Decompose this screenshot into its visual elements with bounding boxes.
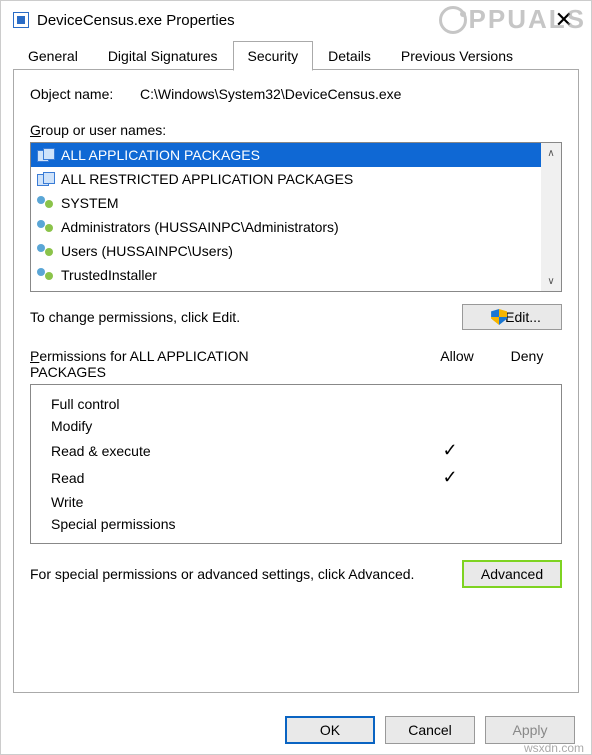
footer-watermark: wsxdn.com [524, 741, 584, 755]
package-icon [37, 148, 55, 162]
edit-button[interactable]: Edit... [462, 304, 562, 330]
edit-button-label: Edit... [505, 309, 541, 325]
list-item[interactable]: TrustedInstaller [31, 263, 541, 287]
uac-shield-icon [483, 309, 499, 325]
principals-items: ALL APPLICATION PACKAGES ALL RESTRICTED A… [31, 143, 541, 291]
permissions-title: Permissions for ALL APPLICATIONPACKAGES [30, 348, 422, 380]
close-icon[interactable]: ✕ [549, 7, 579, 33]
list-item-label: ALL RESTRICTED APPLICATION PACKAGES [61, 171, 353, 187]
ok-button[interactable]: OK [285, 716, 375, 744]
list-item[interactable]: ALL RESTRICTED APPLICATION PACKAGES [31, 167, 541, 191]
advanced-hint: For special permissions or advanced sett… [30, 566, 452, 582]
permission-name: Read & execute [51, 443, 415, 459]
app-icon [13, 12, 29, 28]
allow-check: ✓ [415, 440, 485, 461]
window-title: DeviceCensus.exe Properties [37, 12, 549, 29]
properties-dialog: DeviceCensus.exe Properties ✕ GeneralDig… [0, 0, 592, 755]
users-icon [37, 268, 55, 282]
package-icon [37, 172, 55, 186]
edit-hint: To change permissions, click Edit. [30, 309, 462, 325]
list-item-label: TrustedInstaller [61, 267, 157, 283]
tab-security[interactable]: Security [233, 41, 314, 71]
list-item-label: SYSTEM [61, 195, 119, 211]
permissions-box: Full controlModifyRead & execute✓Read✓Wr… [30, 384, 562, 544]
object-name-row: Object name: C:\Windows\System32\DeviceC… [30, 86, 562, 102]
apply-button[interactable]: Apply [485, 716, 575, 744]
list-item[interactable]: Users (HUSSAINPC\Users) [31, 239, 541, 263]
tab-digital-signatures[interactable]: Digital Signatures [93, 41, 233, 70]
security-tab-panel: Object name: C:\Windows\System32\DeviceC… [13, 69, 579, 693]
tab-previous-versions[interactable]: Previous Versions [386, 41, 528, 70]
permission-row: Special permissions [51, 513, 555, 535]
scroll-up-icon[interactable]: ∧ [541, 143, 561, 163]
principals-listbox[interactable]: ALL APPLICATION PACKAGES ALL RESTRICTED A… [30, 142, 562, 292]
deny-column-header: Deny [492, 348, 562, 380]
tab-details[interactable]: Details [313, 41, 386, 70]
allow-check: ✓ [415, 467, 485, 488]
scroll-track[interactable] [541, 163, 561, 271]
scroll-down-icon[interactable]: ∨ [541, 271, 561, 291]
users-icon [37, 196, 55, 210]
object-name-label: Object name: [30, 86, 140, 102]
scrollbar[interactable]: ∧ ∨ [541, 143, 561, 291]
edit-row: To change permissions, click Edit. Edit.… [30, 304, 562, 330]
advanced-row: For special permissions or advanced sett… [30, 560, 562, 588]
group-users-label: Group or user names: [30, 122, 562, 138]
permission-row: Modify [51, 415, 555, 437]
users-icon [37, 220, 55, 234]
list-item[interactable]: Administrators (HUSSAINPC\Administrators… [31, 215, 541, 239]
permissions-header: Permissions for ALL APPLICATIONPACKAGES … [30, 348, 562, 380]
users-icon [37, 244, 55, 258]
advanced-button[interactable]: Advanced [462, 560, 562, 588]
advanced-button-label: Advanced [481, 566, 543, 582]
list-item-label: ALL APPLICATION PACKAGES [61, 147, 260, 163]
tab-strip: GeneralDigital SignaturesSecurityDetails… [1, 39, 591, 70]
dialog-buttons: OK Cancel Apply [1, 706, 591, 754]
titlebar: DeviceCensus.exe Properties ✕ [1, 1, 591, 39]
allow-column-header: Allow [422, 348, 492, 380]
list-item-label: Administrators (HUSSAINPC\Administrators… [61, 219, 339, 235]
tab-general[interactable]: General [13, 41, 93, 70]
permission-row: Read & execute✓ [51, 437, 555, 464]
permission-name: Full control [51, 396, 415, 412]
permission-name: Modify [51, 418, 415, 434]
list-item[interactable]: SYSTEM [31, 191, 541, 215]
permission-name: Write [51, 494, 415, 510]
permission-row: Write [51, 491, 555, 513]
cancel-button[interactable]: Cancel [385, 716, 475, 744]
permission-row: Full control [51, 393, 555, 415]
list-item[interactable]: ALL APPLICATION PACKAGES [31, 143, 541, 167]
list-item-label: Users (HUSSAINPC\Users) [61, 243, 233, 259]
object-name-value: C:\Windows\System32\DeviceCensus.exe [140, 86, 562, 102]
permission-name: Read [51, 470, 415, 486]
permission-row: Read✓ [51, 464, 555, 491]
permission-name: Special permissions [51, 516, 415, 532]
